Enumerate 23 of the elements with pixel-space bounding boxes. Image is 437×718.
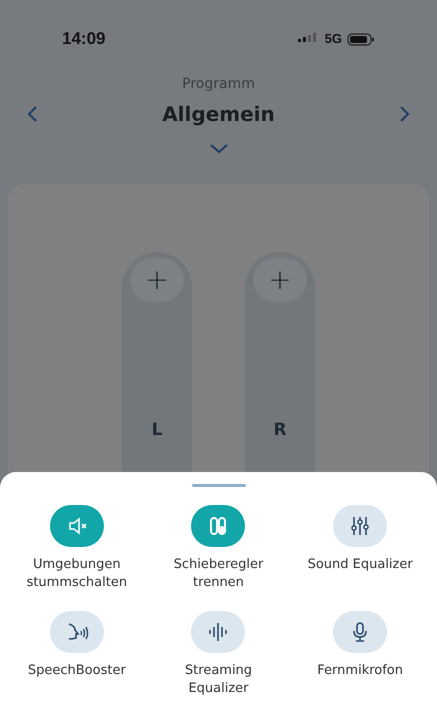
action-button[interactable] <box>50 611 104 653</box>
expand-icon[interactable] <box>208 143 228 154</box>
action-button[interactable] <box>333 505 388 547</box>
action-button[interactable] <box>191 611 246 653</box>
action-button[interactable] <box>333 611 388 653</box>
next-icon[interactable] <box>398 105 411 123</box>
action-label: Fernmikrofon <box>316 662 404 680</box>
side-label: L <box>152 419 162 442</box>
status-time: 14:09 <box>62 28 106 50</box>
battery-icon <box>347 32 375 46</box>
sheet-handle[interactable] <box>192 484 246 487</box>
previous-icon[interactable] <box>26 105 38 123</box>
action-label: SpeechBooster <box>26 662 127 680</box>
program-title: Allgemein <box>162 101 275 128</box>
action-label: Schieberegler trennen <box>172 556 264 592</box>
side-label: R <box>273 419 287 442</box>
action-label: Sound Equalizer <box>306 556 414 574</box>
program-caption: Programm <box>182 75 255 94</box>
network-label: 5G <box>324 30 342 48</box>
action-label: Umgebungen stummschalten <box>26 556 128 592</box>
plus-button[interactable]: + <box>130 258 184 302</box>
plus-button[interactable]: + <box>253 258 307 302</box>
action-label: Streaming Equalizer <box>184 662 254 698</box>
